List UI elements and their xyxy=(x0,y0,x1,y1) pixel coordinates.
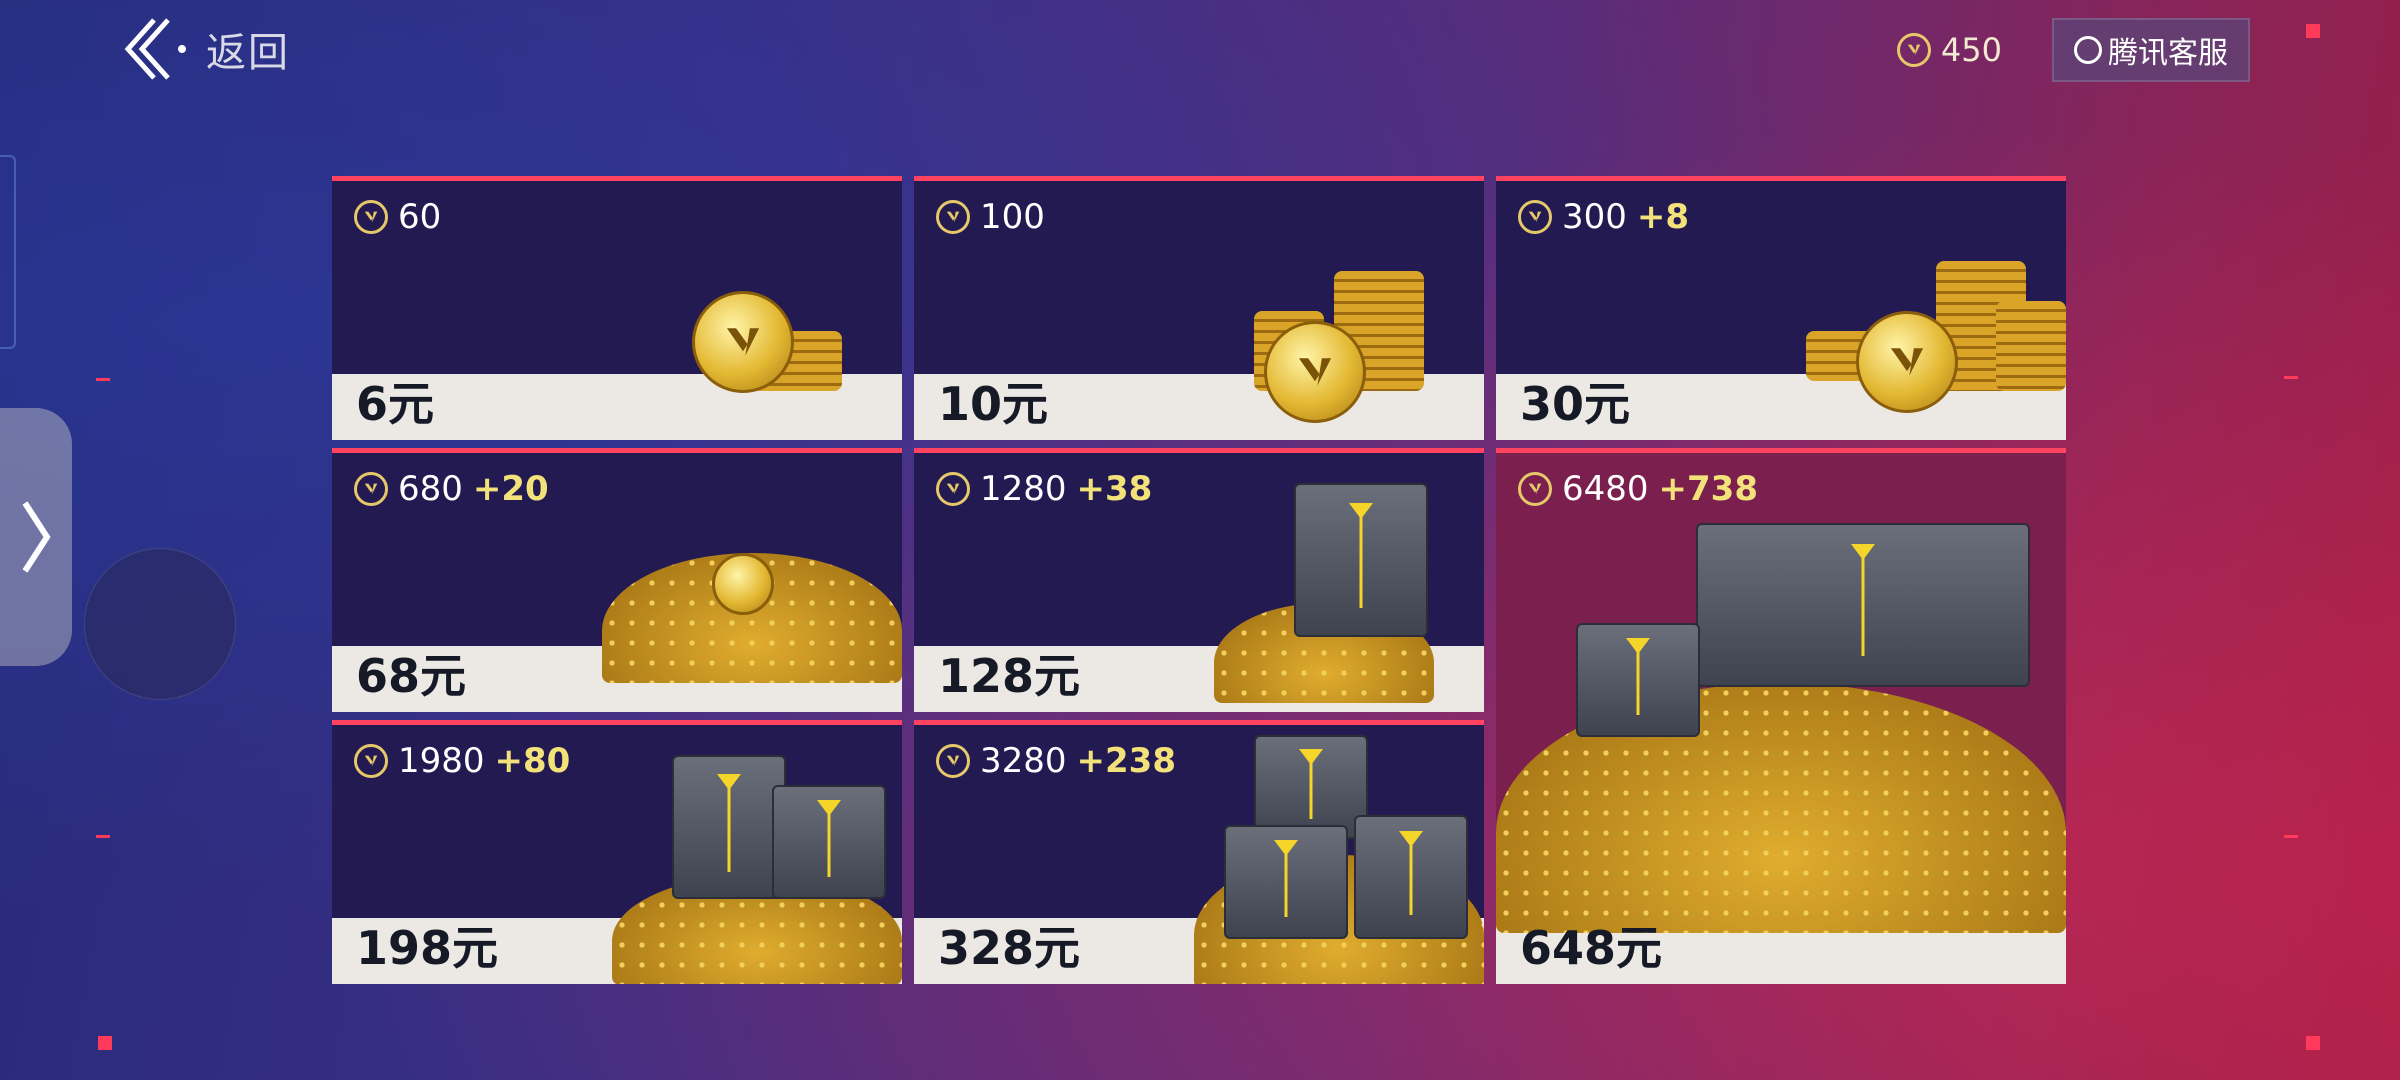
valorant-points-icon xyxy=(1518,472,1552,506)
pack-card[interactable]: 680 +20 68元 xyxy=(332,448,902,712)
top-bar: 450 腾讯客服 xyxy=(1896,18,2250,82)
pack-card-featured[interactable]: 6480 +738 648元 xyxy=(1496,448,2066,984)
edge-tick xyxy=(96,378,110,381)
pack-amount: 300 +8 xyxy=(1518,197,1689,237)
valorant-points-icon xyxy=(936,200,970,234)
pack-price: 10元 xyxy=(938,377,1049,431)
valorant-points-icon xyxy=(354,472,388,506)
pack-price: 6元 xyxy=(356,377,435,431)
pack-card[interactable]: 1980 +80 198元 xyxy=(332,720,902,984)
coin-art xyxy=(1254,271,1434,423)
crate-art xyxy=(1194,735,1484,984)
pack-amount: 680 +20 xyxy=(354,469,549,509)
chevron-left-icon xyxy=(124,18,186,80)
pack-amount: 1280 +38 xyxy=(936,469,1152,509)
coin-pile-art xyxy=(602,513,902,683)
edge-tick xyxy=(96,835,110,838)
currency-balance: 450 xyxy=(1896,31,2002,69)
pack-amount: 3280 +238 xyxy=(936,741,1176,781)
corner-marker-bottom-left xyxy=(98,1036,112,1050)
pack-amount: 60 xyxy=(354,197,441,237)
customer-service-button[interactable]: 腾讯客服 xyxy=(2052,18,2250,82)
pack-price: 198元 xyxy=(356,921,499,975)
valorant-points-icon xyxy=(936,744,970,778)
crate-art xyxy=(1214,483,1454,712)
valorant-points-icon xyxy=(354,744,388,778)
valorant-points-icon xyxy=(936,472,970,506)
coin-art xyxy=(692,281,852,411)
pack-price: 68元 xyxy=(356,649,467,703)
side-drawer-toggle[interactable] xyxy=(0,408,72,666)
pack-price: 128元 xyxy=(938,649,1081,703)
crate-art xyxy=(612,755,902,984)
valorant-points-icon xyxy=(1518,200,1552,234)
valorant-points-icon xyxy=(1896,33,1931,67)
corner-marker-top-right xyxy=(2306,24,2320,38)
pack-price: 648元 xyxy=(1520,921,1663,975)
balance-amount: 450 xyxy=(1940,31,2002,69)
corner-marker-bottom-right xyxy=(2306,1036,2320,1050)
edge-tick xyxy=(2284,835,2298,838)
pack-card[interactable]: 100 10元 xyxy=(914,176,1484,440)
coin-art xyxy=(1806,261,2066,421)
valorant-points-icon xyxy=(354,200,388,234)
back-label: 返回 xyxy=(206,30,290,76)
side-edge-decoration xyxy=(0,155,16,349)
pack-card[interactable]: 60 6元 xyxy=(332,176,902,440)
chat-bubble-icon xyxy=(2074,36,2102,64)
chevron-right-icon xyxy=(22,501,51,573)
pack-amount: 100 xyxy=(936,197,1045,237)
back-button[interactable]: 返回 xyxy=(120,14,290,84)
pack-amount: 6480 +738 xyxy=(1518,469,1758,509)
customer-service-label: 腾讯客服 xyxy=(2108,36,2228,71)
pack-price: 30元 xyxy=(1520,377,1631,431)
pack-amount: 1980 +80 xyxy=(354,741,570,781)
pack-price: 328元 xyxy=(938,921,1081,975)
pack-grid: 60 6元 100 10元 300 +8 30元 680 +20 68元 128… xyxy=(332,176,2068,984)
pack-card[interactable]: 3280 +238 328元 xyxy=(914,720,1484,984)
edge-tick xyxy=(2284,376,2298,379)
floating-joystick[interactable] xyxy=(84,548,236,700)
pack-card[interactable]: 300 +8 30元 xyxy=(1496,176,2066,440)
pack-card[interactable]: 1280 +38 128元 xyxy=(914,448,1484,712)
crate-pile-art xyxy=(1496,513,2066,933)
